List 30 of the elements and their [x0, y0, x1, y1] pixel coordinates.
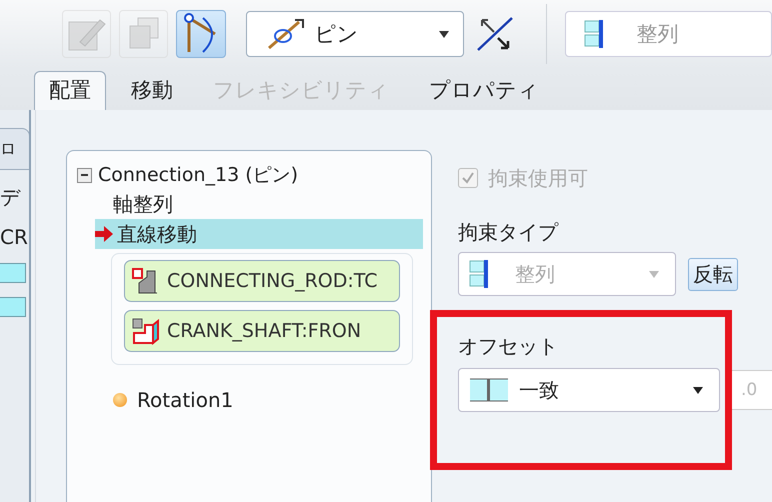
tool-button[interactable] [176, 10, 226, 58]
reference-chip[interactable]: CRANK_SHAFT:FRON [124, 310, 400, 352]
arrow-icon [95, 225, 113, 243]
offset-dropdown[interactable]: 一致 [458, 368, 720, 412]
tree-item[interactable]: Connection_13 (ピン) [98, 162, 298, 188]
checkbox-label: 拘束使用可 [488, 164, 588, 192]
tree-item[interactable]: 軸整列 [95, 189, 423, 219]
reference-chip[interactable]: CONNECTING_ROD:TC [124, 260, 400, 302]
part-icon [131, 317, 161, 345]
connection-type-dropdown[interactable]: ピン [246, 11, 464, 57]
align-icon [469, 259, 491, 289]
tab[interactable]: 配置 [34, 71, 106, 110]
tree-item[interactable]: 直線移動 [95, 219, 423, 249]
field-label: 拘束タイプ [458, 219, 558, 246]
panel-tab[interactable]: ロ [0, 128, 29, 170]
tree-item[interactable]: Rotation1 [95, 385, 423, 415]
checkmark-icon [461, 171, 475, 185]
tab[interactable]: プロパティ [414, 71, 554, 110]
dropdown-arrow-icon [649, 270, 659, 278]
panel-label: デ [0, 184, 22, 211]
dropdown-arrow-icon [439, 30, 450, 38]
panel-label: CR [0, 225, 29, 249]
collapse-icon[interactable] [77, 168, 92, 182]
dropdown-arrow-icon [693, 386, 703, 394]
field-label: オフセット [458, 333, 558, 360]
tab[interactable]: 移動 [116, 71, 188, 110]
model-icon [0, 263, 26, 283]
model-icon [0, 297, 26, 317]
coincident-icon [469, 377, 509, 403]
motion-dot-icon [113, 393, 127, 407]
